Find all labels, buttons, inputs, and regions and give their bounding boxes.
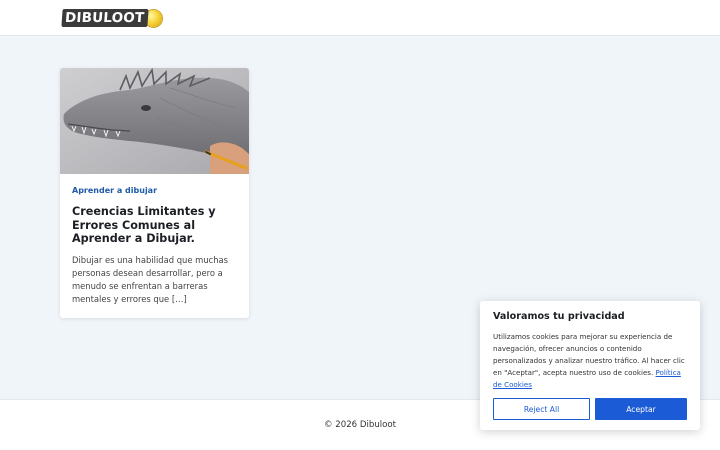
cookie-buttons: Reject All Aceptar [493, 398, 687, 420]
cookie-consent-banner: Valoramos tu privacidad Utilizamos cooki… [480, 301, 700, 430]
article-body: Aprender a dibujar Creencias Limitantes … [60, 174, 249, 306]
site-logo[interactable]: DIBULOOT [61, 8, 163, 28]
article-title[interactable]: Creencias Limitantes y Errores Comunes a… [72, 205, 237, 246]
logo-text: DIBULOOT [61, 9, 150, 27]
article-card: Aprender a dibujar Creencias Limitantes … [60, 68, 249, 318]
site-header: DIBULOOT [0, 0, 720, 36]
article-category-link[interactable]: Aprender a dibujar [72, 186, 237, 196]
cookie-description: Utilizamos cookies para mejorar su exper… [493, 331, 687, 391]
article-excerpt: Dibujar es una habilidad que muchas pers… [72, 254, 229, 305]
reject-all-button[interactable]: Reject All [493, 398, 590, 420]
accept-button[interactable]: Aceptar [595, 398, 687, 420]
article-image[interactable] [60, 68, 249, 174]
cookie-title: Valoramos tu privacidad [493, 311, 625, 322]
